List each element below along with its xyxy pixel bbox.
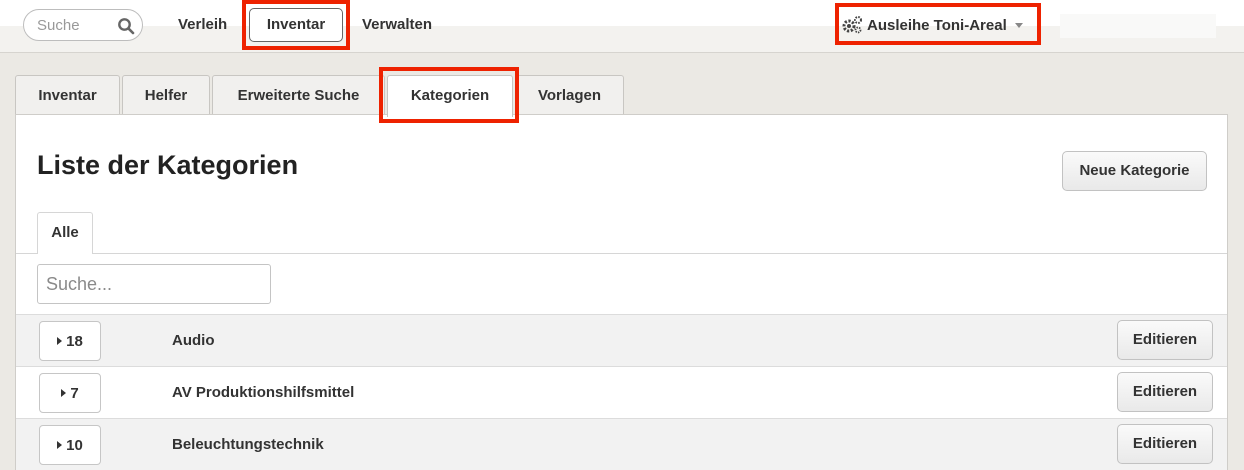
child-count: 10: [66, 436, 83, 454]
expand-button[interactable]: 10: [39, 425, 101, 465]
inventory-pool-dropdown[interactable]: Ausleihe Toni-Areal: [841, 12, 1023, 38]
caret-right-icon: [57, 337, 63, 345]
page-title: Liste der Kategorien: [37, 150, 299, 180]
nav-link-verleih[interactable]: Verleih: [178, 16, 227, 33]
edit-button[interactable]: Editieren: [1117, 372, 1213, 412]
chevron-down-icon: [1014, 22, 1023, 28]
category-name: AV Produktionshilfsmittel: [172, 384, 355, 401]
nav-link-verwalten[interactable]: Verwalten: [362, 16, 432, 33]
top-navbar: Suche Verleih Inventar Verwalten Ausleih…: [0, 0, 1244, 53]
child-count: 7: [70, 384, 79, 402]
category-search-input[interactable]: [37, 264, 271, 304]
expand-button[interactable]: 18: [39, 321, 101, 361]
filter-tabs-divider: [16, 253, 1227, 254]
gears-icon: [842, 16, 862, 34]
global-search-placeholder: Suche: [37, 17, 80, 34]
caret-right-icon: [57, 441, 63, 449]
category-row: 10 Beleuchtungstechnik Editieren: [16, 418, 1227, 470]
nav-link-inventar[interactable]: Inventar: [249, 8, 343, 42]
global-search-input[interactable]: Suche: [23, 9, 143, 41]
filter-tab-alle[interactable]: Alle: [37, 212, 93, 254]
tab-inventar[interactable]: Inventar: [15, 75, 120, 115]
category-name: Audio: [172, 332, 215, 349]
tab-erweiterte-suche[interactable]: Erweiterte Suche: [212, 75, 385, 115]
category-row: 18 Audio Editieren: [16, 314, 1227, 366]
search-icon[interactable]: [117, 17, 135, 35]
category-name: Beleuchtungstechnik: [172, 436, 324, 453]
user-menu[interactable]: [1060, 14, 1216, 38]
edit-button[interactable]: Editieren: [1117, 424, 1213, 464]
inventory-pool-label: Ausleihe Toni-Areal: [867, 16, 1007, 34]
tab-vorlagen[interactable]: Vorlagen: [515, 75, 624, 115]
category-row: 7 AV Produktionshilfsmittel Editieren: [16, 366, 1227, 418]
new-category-button[interactable]: Neue Kategorie: [1062, 151, 1207, 191]
expand-button[interactable]: 7: [39, 373, 101, 413]
tab-kategorien[interactable]: Kategorien: [387, 75, 513, 117]
caret-right-icon: [61, 389, 67, 397]
child-count: 18: [66, 332, 83, 350]
edit-button[interactable]: Editieren: [1117, 320, 1213, 360]
tab-helfer[interactable]: Helfer: [122, 75, 210, 115]
